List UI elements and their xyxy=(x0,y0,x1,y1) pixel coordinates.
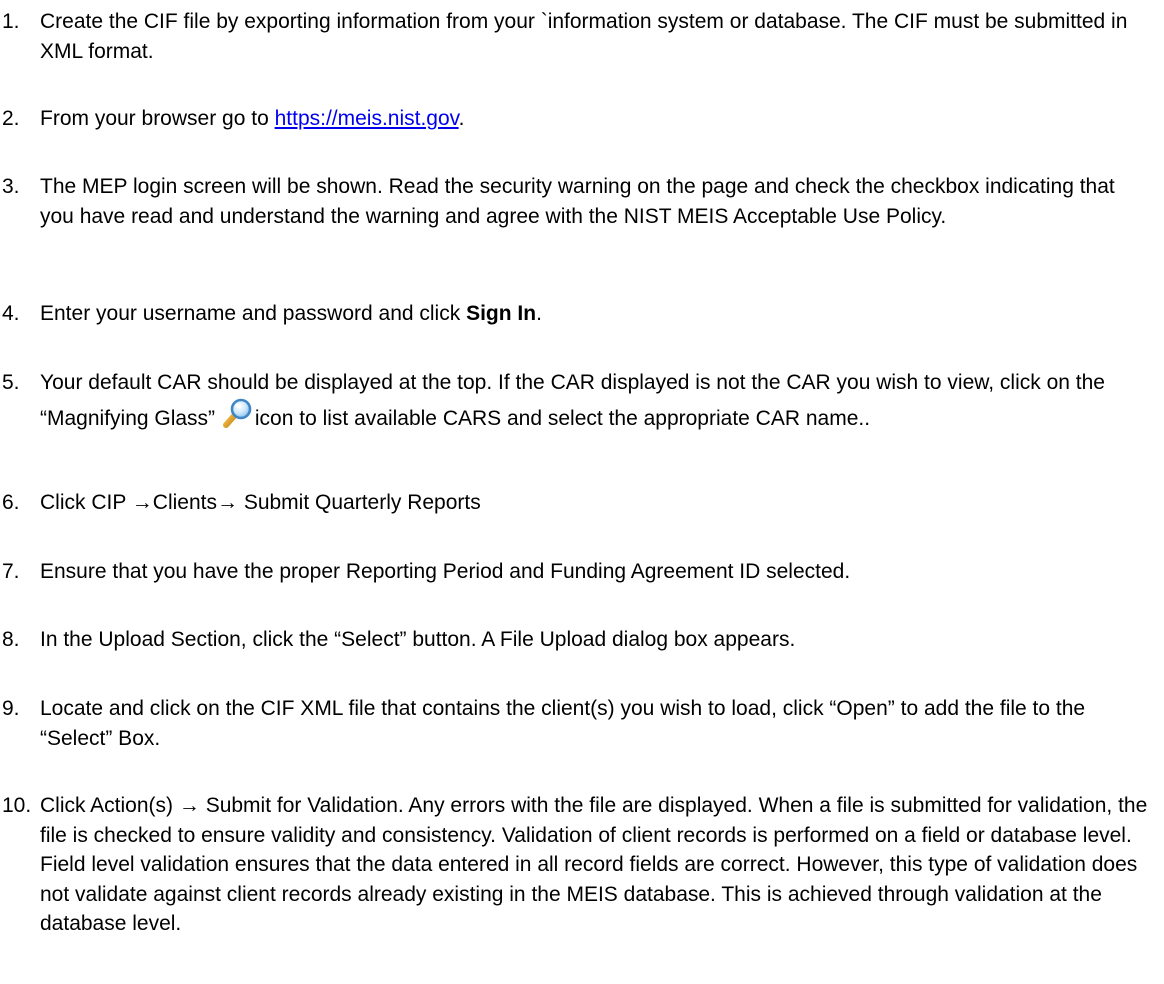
magnifying-glass-icon xyxy=(222,398,254,428)
step-number: 2. xyxy=(2,107,20,130)
step-text-suffix: . xyxy=(458,107,465,130)
step-number: 7. xyxy=(2,560,20,583)
step-number: 5. xyxy=(2,371,20,394)
step-text: Click CIP →Clients→ Submit Quarterly Rep… xyxy=(40,491,481,514)
step-number: 1. xyxy=(2,10,20,33)
step-number: 3. xyxy=(2,175,20,198)
step-text: Enter your username and password and cli… xyxy=(40,302,467,325)
step-text: Locate and click on the CIF XML file tha… xyxy=(40,697,1086,750)
instruction-document: 1. Create the CIF file by exporting info… xyxy=(0,0,1164,984)
step-number: 6. xyxy=(2,491,20,514)
step-text: Click Action(s) → Submit for Validation.… xyxy=(40,794,1148,935)
step-text: From your browser go to xyxy=(40,107,275,130)
step-text-container: Your default CAR should be displayed at … xyxy=(40,368,1150,433)
sign-in-label: Sign In xyxy=(466,302,537,325)
step-text: In the Upload Section, click the “Select… xyxy=(40,628,796,651)
step-number: 10. xyxy=(2,794,32,817)
step-text: The MEP login screen will be shown. Read… xyxy=(40,175,1115,228)
step-text-container: From your browser go to https://meis.nis… xyxy=(40,104,1150,134)
step-text: Ensure that you have the proper Reportin… xyxy=(40,560,851,583)
meis-link[interactable]: https://meis.nist.gov xyxy=(275,107,459,130)
step-text-suffix: icon to list available CARS and select t… xyxy=(254,406,871,430)
step-number: 8. xyxy=(2,628,20,651)
step-text: Create the CIF file by exporting informa… xyxy=(40,10,1128,63)
step-number: 4. xyxy=(2,302,20,325)
step-number: 9. xyxy=(2,697,20,720)
step-text-container: Enter your username and password and cli… xyxy=(40,299,1150,329)
step-text-suffix: . xyxy=(536,302,542,325)
